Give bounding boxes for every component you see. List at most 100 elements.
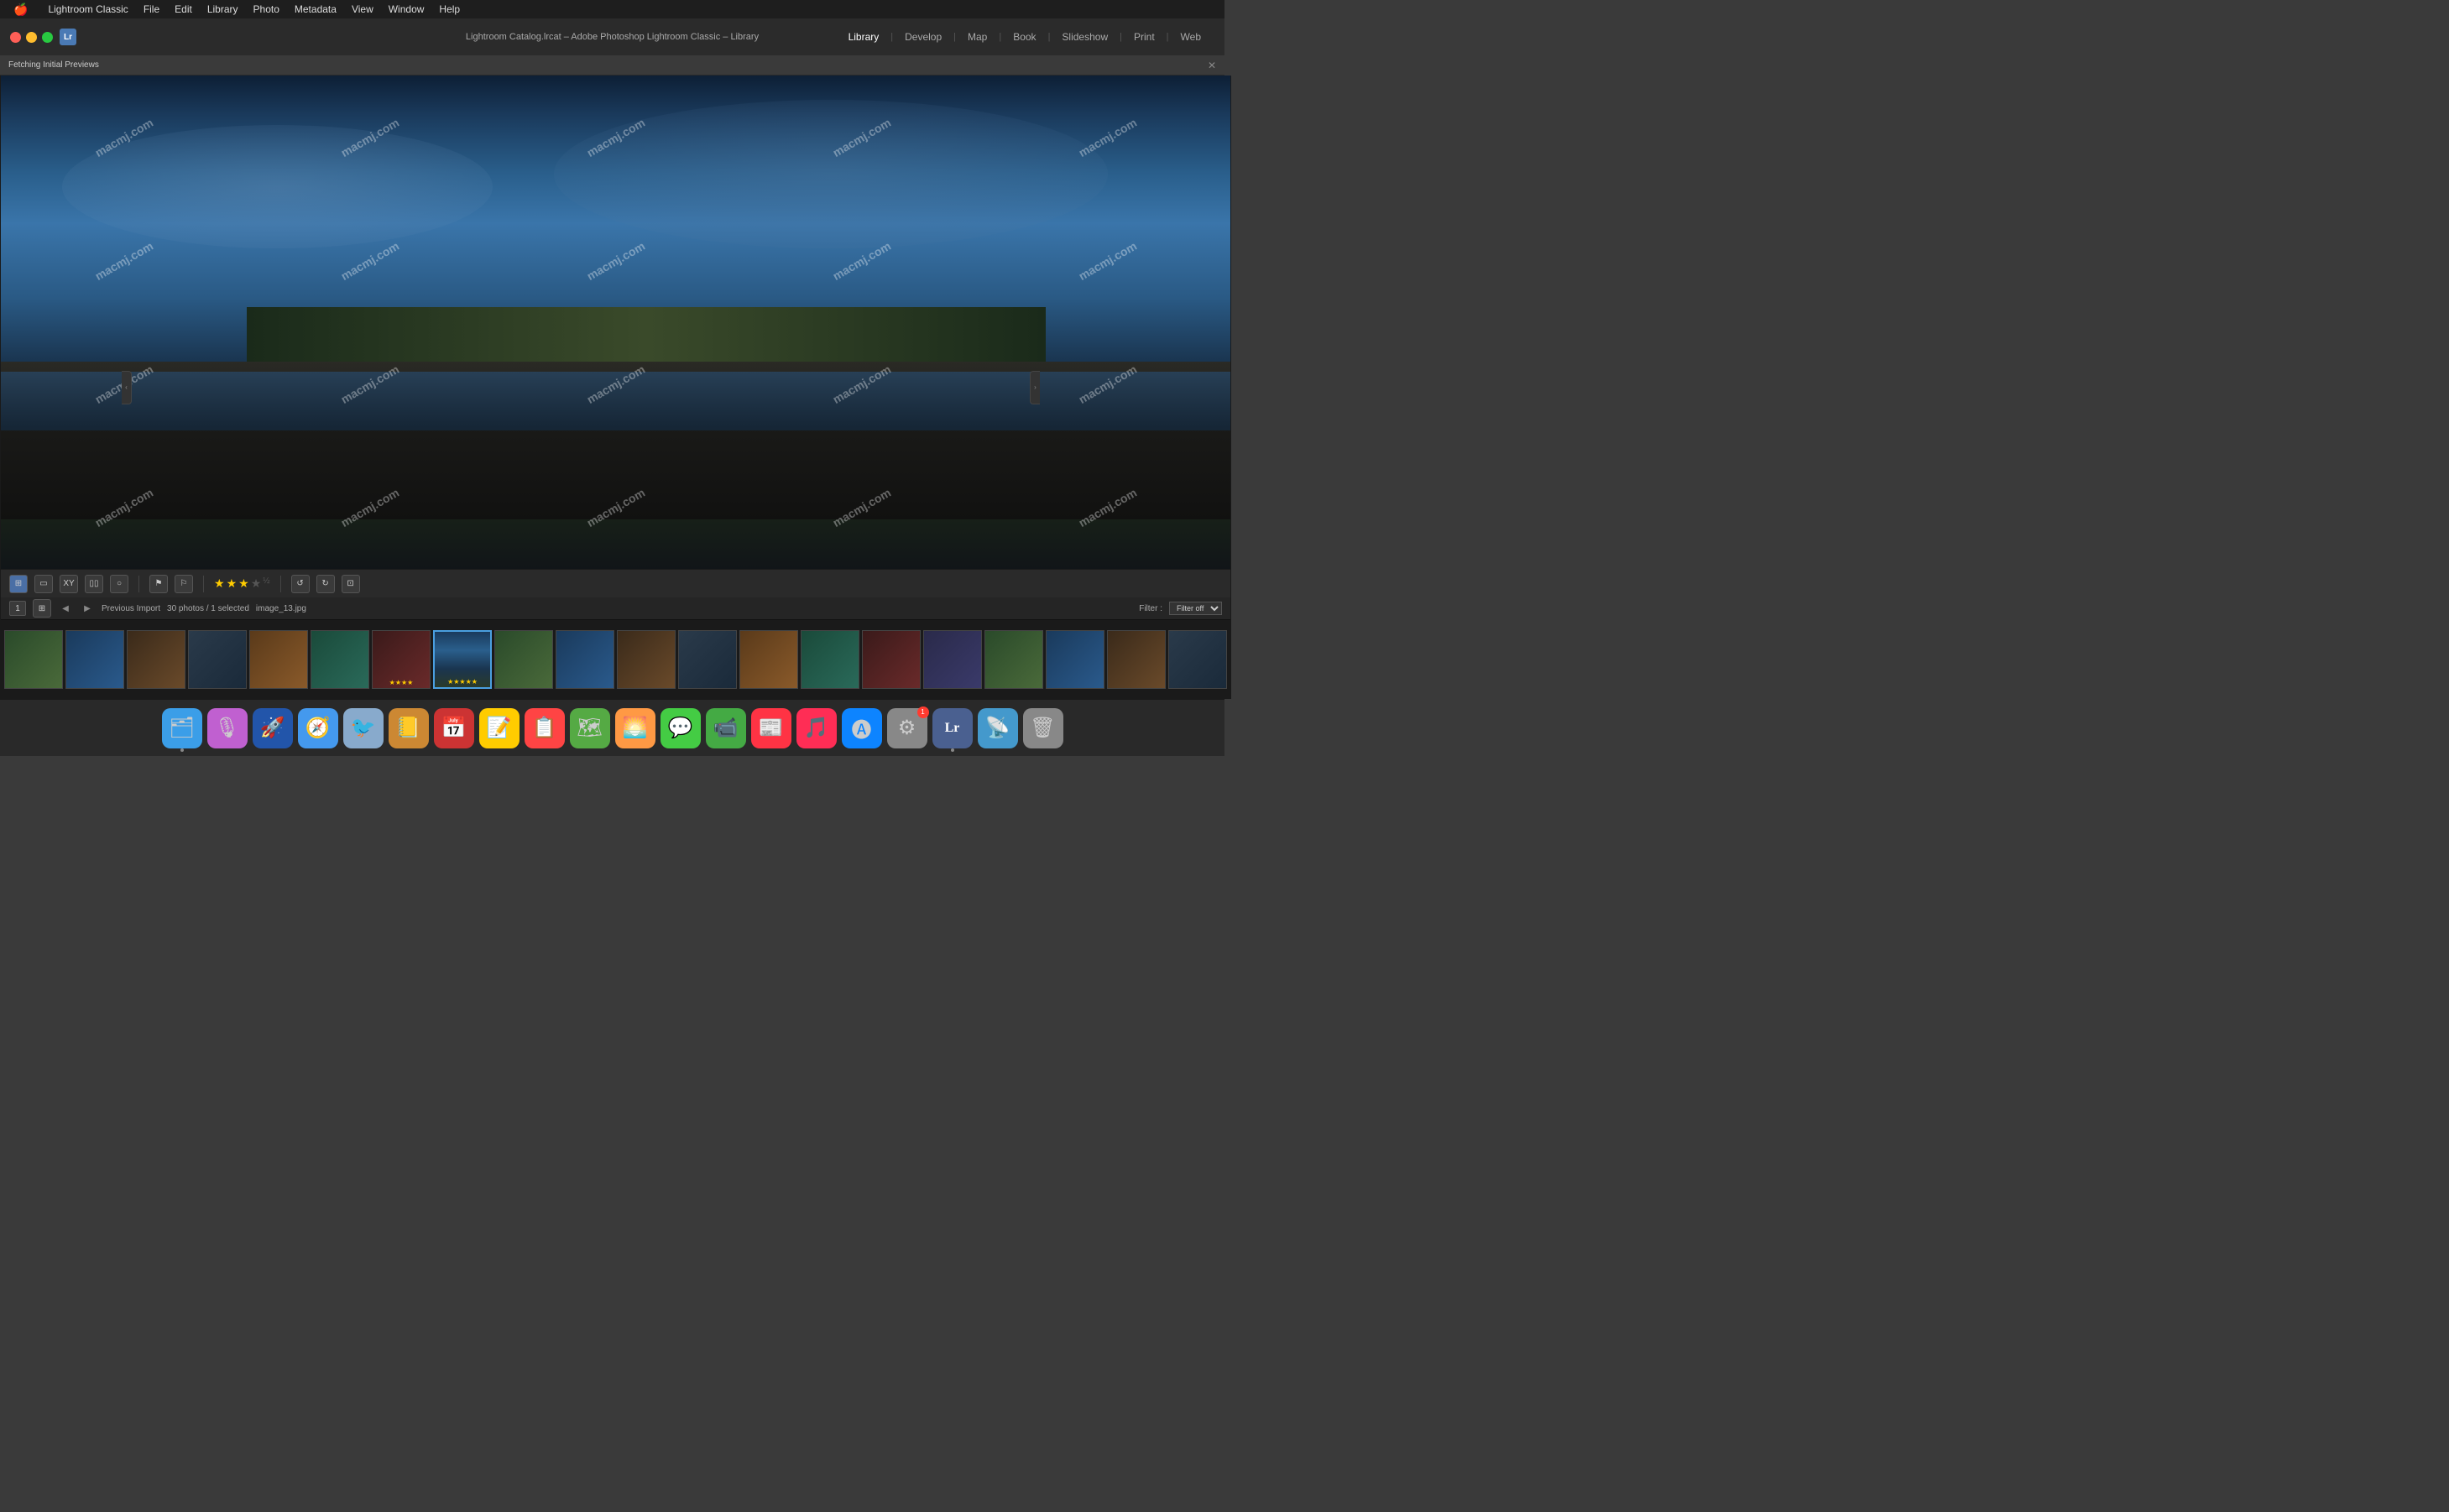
close-button[interactable] — [10, 32, 21, 43]
flag-rejected-icon[interactable]: ⚐ — [175, 575, 193, 593]
menu-file[interactable]: File — [137, 2, 166, 17]
survey-view-button[interactable]: ▯▯ — [85, 575, 103, 593]
dock-item-maps[interactable]: 🗺 — [570, 708, 610, 748]
flag-icon[interactable]: ⚑ — [149, 575, 168, 593]
app-titlebar: Lr Lightroom Catalog.lrcat – Adobe Photo… — [0, 18, 1224, 55]
menu-view[interactable]: View — [345, 2, 380, 17]
filmstrip-next-button[interactable]: ▶ — [80, 601, 95, 616]
star-4: ★ — [251, 576, 262, 591]
filmstrip-thumb-15[interactable] — [862, 630, 921, 689]
dock-item-notes[interactable]: 📝 — [479, 708, 520, 748]
menu-library[interactable]: Library — [201, 2, 245, 17]
filmstrip[interactable]: ★★★★★★★★★ — [1, 619, 1230, 699]
main-image-area[interactable]: macmj.com macmj.com macmj.com macmj.com … — [1, 76, 1230, 569]
filmstrip-thumb-2[interactable] — [65, 630, 124, 689]
filmstrip-thumb-9[interactable] — [494, 630, 553, 689]
module-web[interactable]: Web — [1174, 28, 1208, 46]
filmstrip-thumb-3[interactable] — [127, 630, 185, 689]
grid-view-button[interactable]: ⊞ — [9, 575, 28, 593]
thumb-stars-8: ★★★★★ — [447, 678, 478, 686]
dock-item-news[interactable]: 📰 — [751, 708, 791, 748]
dock-item-music[interactable]: 🎵 — [796, 708, 837, 748]
filmstrip-thumb-12[interactable] — [678, 630, 737, 689]
maximize-button[interactable] — [42, 32, 53, 43]
filmstrip-thumb-7[interactable]: ★★★★ — [372, 630, 431, 689]
dock-item-rocket[interactable]: 🚀 — [253, 708, 293, 748]
dock-item-system-prefs[interactable]: ⚙1 — [887, 708, 927, 748]
dock-item-contacts[interactable]: 📒 — [389, 708, 429, 748]
toolbar-sep-2 — [203, 576, 204, 592]
app-icon: Lr — [60, 29, 76, 45]
dock-item-calendar[interactable]: 📅 — [434, 708, 474, 748]
filmstrip-thumb-13[interactable] — [739, 630, 798, 689]
dock-item-messages[interactable]: 💬 — [661, 708, 701, 748]
filmstrip-prev-button[interactable]: ◀ — [58, 601, 73, 616]
filmstrip-thumb-1[interactable] — [4, 630, 63, 689]
filmstrip-thumb-16[interactable] — [923, 630, 982, 689]
module-print[interactable]: Print — [1127, 28, 1162, 46]
fetch-text: Fetching Initial Previews — [8, 60, 99, 70]
dock-item-bird[interactable]: 🐦 — [343, 708, 384, 748]
left-sidebar-toggle[interactable]: ‹ — [122, 371, 132, 404]
filmstrip-thumb-4[interactable] — [188, 630, 247, 689]
star-rating[interactable]: ★ ★ ★ ★ ½ — [214, 576, 270, 591]
loupe-view-button[interactable]: ▭ — [34, 575, 53, 593]
window-title: Lightroom Catalog.lrcat – Adobe Photosho… — [466, 32, 759, 42]
filmstrip-thumb-20[interactable] — [1168, 630, 1227, 689]
dock-item-safari[interactable]: 🧭 — [298, 708, 338, 748]
sync-settings-button[interactable]: Sync Settings — [1230, 671, 1231, 698]
dock: 🗂🎙🚀🧭🐦📒📅📝📋🗺🌅💬📹📰🎵🅐⚙1Lr📡🗑 — [0, 699, 1224, 756]
filmstrip-thumb-5[interactable] — [249, 630, 308, 689]
minimize-button[interactable] — [26, 32, 37, 43]
menu-window[interactable]: Window — [382, 2, 431, 17]
rotate-right-button[interactable]: ↻ — [316, 575, 335, 593]
menu-help[interactable]: Help — [432, 2, 467, 17]
dock-item-appstore[interactable]: 🅐 — [842, 708, 882, 748]
thumb-image-16 — [924, 631, 981, 688]
menu-edit[interactable]: Edit — [168, 2, 199, 17]
dock-item-finder[interactable]: 🗂 — [162, 708, 202, 748]
menu-photo[interactable]: Photo — [247, 2, 286, 17]
filmstrip-thumb-19[interactable] — [1107, 630, 1166, 689]
filmstrip-thumb-14[interactable] — [801, 630, 859, 689]
filter-dropdown[interactable]: Filter off — [1169, 602, 1222, 615]
filmstrip-thumb-11[interactable] — [617, 630, 676, 689]
filmstrip-grid-icon[interactable]: ⊞ — [33, 599, 51, 618]
thumb-image-2 — [66, 631, 123, 688]
filmstrip-thumb-10[interactable] — [556, 630, 614, 689]
module-map[interactable]: Map — [961, 28, 994, 46]
dock-item-reminders[interactable]: 📋 — [525, 708, 565, 748]
traffic-lights — [10, 32, 53, 43]
fetch-close-button[interactable]: ✕ — [1208, 60, 1216, 71]
thumb-image-11 — [618, 631, 675, 688]
filmstrip-thumb-17[interactable] — [984, 630, 1043, 689]
dock-item-facetime[interactable]: 📹 — [706, 708, 746, 748]
people-view-button[interactable]: ○ — [110, 575, 128, 593]
module-develop[interactable]: Develop — [898, 28, 948, 46]
module-slideshow[interactable]: Slideshow — [1055, 28, 1115, 46]
filmstrip-thumb-8[interactable]: ★★★★★ — [433, 630, 492, 689]
menu-lightroom-classic[interactable]: Lightroom Classic — [41, 2, 134, 17]
thumb-image-19 — [1108, 631, 1165, 688]
thumb-image-1 — [5, 631, 62, 688]
dock-item-photos[interactable]: 🌅 — [615, 708, 655, 748]
thumb-image-18 — [1047, 631, 1104, 688]
thumb-image-6 — [311, 631, 368, 688]
filename-label: image_13.jpg — [256, 604, 306, 613]
compare-view-button[interactable]: XY — [60, 575, 78, 593]
toolbar-sep-3 — [280, 576, 281, 592]
filmstrip-thumb-18[interactable] — [1046, 630, 1104, 689]
dock-item-siri[interactable]: 🎙 — [207, 708, 248, 748]
module-library[interactable]: Library — [842, 28, 886, 46]
crop-button[interactable]: ⊡ — [342, 575, 360, 593]
apple-menu[interactable]: 🍎 — [7, 1, 34, 18]
module-book[interactable]: Book — [1006, 28, 1042, 46]
dock-item-lightroom[interactable]: Lr — [932, 708, 973, 748]
thumb-image-5 — [250, 631, 307, 688]
dock-item-airdrop[interactable]: 📡 — [978, 708, 1018, 748]
menu-metadata[interactable]: Metadata — [288, 2, 343, 17]
dock-item-trash[interactable]: 🗑 — [1023, 708, 1063, 748]
filmstrip-thumb-6[interactable] — [311, 630, 369, 689]
rotate-left-button[interactable]: ↺ — [291, 575, 310, 593]
right-sidebar-toggle[interactable]: › — [1030, 371, 1040, 404]
